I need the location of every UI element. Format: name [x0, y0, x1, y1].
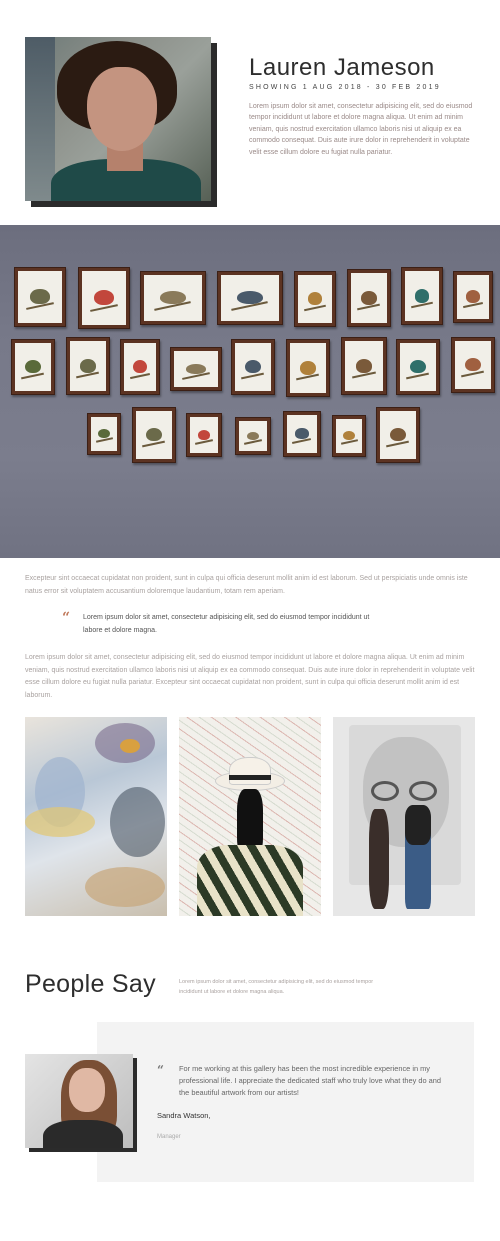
framed-print [347, 269, 391, 327]
testimonial-photo [25, 1054, 133, 1148]
framed-print [451, 337, 495, 393]
framed-print [401, 267, 443, 325]
testimonial-role: Manager [157, 1134, 181, 1140]
intro-paragraph: Excepteur sint occaecat cupidatat non pr… [25, 575, 468, 595]
framed-print [341, 337, 387, 395]
photo-visitors-portrait [333, 717, 475, 916]
framed-print [231, 339, 275, 395]
framed-print [286, 339, 330, 397]
quote-icon: “ [62, 610, 71, 626]
artist-bio: Lorem ipsum dolor sit amet, consectetur … [249, 103, 473, 156]
people-say-heading: People Say [25, 970, 156, 998]
framed-print [78, 267, 130, 329]
testimonial-avatar [25, 1054, 137, 1152]
framed-print [170, 347, 222, 391]
framed-print [453, 271, 493, 323]
framed-print [66, 337, 110, 395]
framed-print [294, 271, 336, 327]
framed-print [132, 407, 176, 463]
framed-print [396, 339, 440, 395]
framed-print [120, 339, 160, 395]
photo-paint-palette [25, 717, 167, 916]
people-say-subtitle: Lorem ipsum dolor sit amet, consectetur … [179, 979, 374, 995]
artist-photo [25, 37, 211, 201]
testimonial-name: Sandra Watson, [157, 1111, 211, 1120]
testimonial-card [97, 1022, 474, 1182]
hero-section: Lauren Jameson SHOWING 1 AUG 2018 - 30 F… [0, 0, 500, 225]
exhibition-dates: SHOWING 1 AUG 2018 - 30 FEB 2019 [249, 84, 441, 91]
framed-print [14, 267, 66, 327]
framed-print [140, 271, 206, 325]
gallery-wall-image [0, 225, 500, 558]
framed-print [11, 339, 55, 395]
body-paragraph: Lorem ipsum dolor sit amet, consectetur … [25, 654, 475, 699]
framed-print [217, 271, 283, 325]
photo-visitor-hat [179, 717, 321, 916]
framed-print [235, 417, 271, 455]
testimonial-text: For me working at this gallery has been … [179, 1064, 441, 1097]
hero-text: Lauren Jameson SHOWING 1 AUG 2018 - 30 F… [249, 55, 474, 158]
framed-print [376, 407, 420, 463]
framed-print [332, 415, 366, 457]
quote-icon: “ [157, 1063, 164, 1077]
framed-print [283, 411, 321, 457]
pull-quote-text: Lorem ipsum dolor sit amet, consectetur … [83, 614, 370, 634]
framed-print [186, 413, 222, 457]
artist-portrait [25, 37, 217, 207]
artist-name: Lauren Jameson [249, 54, 435, 81]
framed-print [87, 413, 121, 455]
